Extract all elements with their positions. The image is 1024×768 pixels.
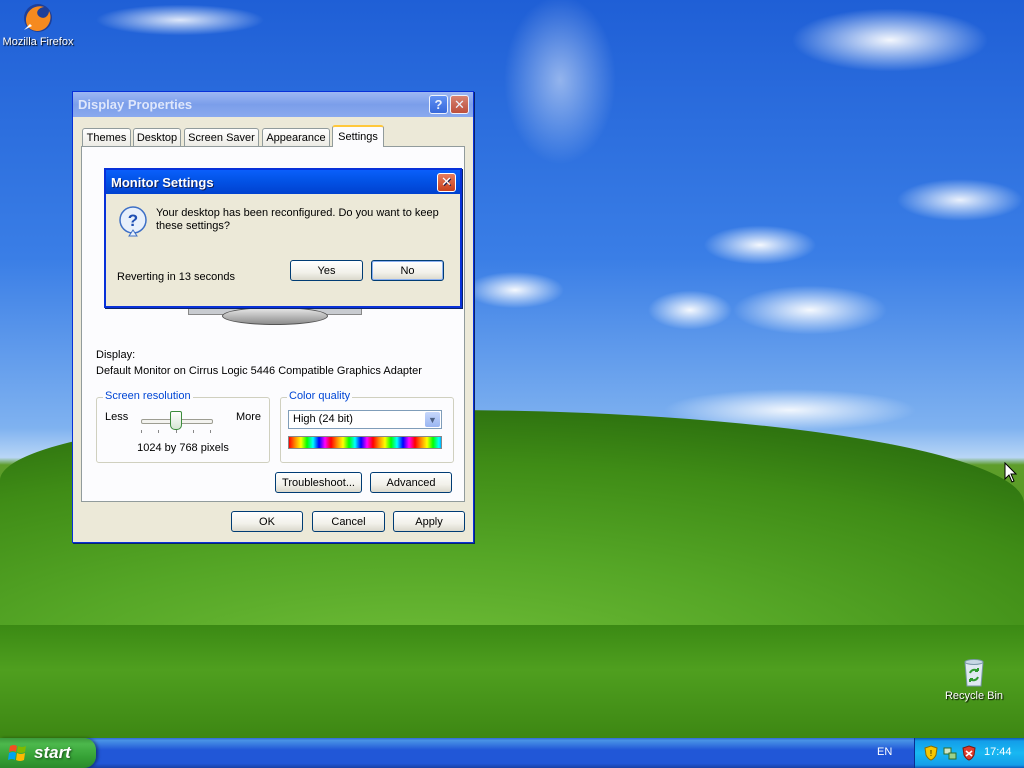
display-properties-window: Display Properties ? ✕ Themes Desktop Sc…: [72, 91, 474, 543]
dialog-title: Monitor Settings: [111, 174, 214, 190]
meadow: [0, 625, 1024, 738]
firefox-icon: [24, 4, 52, 32]
language-indicator[interactable]: EN: [877, 746, 892, 758]
svg-text:?: ?: [128, 211, 138, 230]
mouse-cursor-icon: [1004, 462, 1018, 483]
start-label: start: [34, 743, 71, 762]
tab-themes[interactable]: Themes: [82, 128, 131, 146]
svg-text:!: !: [930, 749, 932, 758]
start-button[interactable]: start: [0, 738, 96, 768]
cancel-button[interactable]: Cancel: [312, 511, 385, 532]
close-button[interactable]: ✕: [450, 95, 469, 114]
network-icon[interactable]: [942, 745, 958, 761]
screen-resolution-group: Screen resolution Less More 1024 by 768 …: [96, 390, 270, 463]
window-title: Display Properties: [78, 97, 193, 112]
ok-button[interactable]: OK: [231, 511, 303, 532]
no-button[interactable]: No: [371, 260, 444, 281]
color-quality-select[interactable]: High (24 bit) ▼: [288, 410, 442, 429]
color-quality-group: Color quality High (24 bit) ▼: [280, 390, 454, 463]
revert-countdown: Reverting in 13 seconds: [117, 271, 236, 283]
troubleshoot-button[interactable]: Troubleshoot...: [275, 472, 362, 493]
apply-button[interactable]: Apply: [393, 511, 465, 532]
security-shield-icon[interactable]: !: [924, 745, 938, 761]
resolution-value: 1024 by 768 pixels: [137, 442, 229, 454]
system-tray: ! 17:44: [914, 738, 1024, 768]
display-label: Display:: [96, 349, 136, 361]
screen-resolution-label: Screen resolution: [103, 390, 193, 402]
tab-desktop[interactable]: Desktop: [133, 128, 181, 146]
monitor-settings-dialog: Monitor Settings ✕ ? Your desktop has be…: [104, 168, 462, 308]
dialog-message: Your desktop has been reconfigured. Do y…: [156, 207, 439, 232]
monitor-preview-stand: [222, 307, 328, 325]
monitor-settings-titlebar[interactable]: Monitor Settings ✕: [106, 170, 460, 194]
display-properties-titlebar[interactable]: Display Properties ? ✕: [73, 92, 473, 117]
resolution-less-label: Less: [105, 411, 129, 423]
yes-button[interactable]: Yes: [290, 260, 363, 281]
chevron-down-icon[interactable]: ▼: [425, 412, 440, 427]
display-value: Default Monitor on Cirrus Logic 5446 Com…: [96, 365, 422, 377]
color-quality-label: Color quality: [287, 390, 353, 402]
security-alert-icon[interactable]: [961, 745, 977, 761]
recycle-bin-icon: [964, 659, 984, 687]
color-spectrum-bar: [288, 436, 442, 449]
help-button[interactable]: ?: [429, 95, 448, 114]
desktop-icon-label: Recycle Bin: [944, 690, 1004, 702]
tab-strip: Themes Desktop Screen Saver Appearance S…: [82, 125, 462, 148]
taskbar: start EN ! 17:44: [0, 738, 1024, 768]
tab-settings[interactable]: Settings: [332, 125, 384, 147]
desktop-icon-firefox[interactable]: Mozilla Firefox: [0, 2, 76, 48]
clock[interactable]: 17:44: [984, 746, 1012, 758]
tab-screen-saver[interactable]: Screen Saver: [184, 128, 259, 146]
resolution-slider-ticks: [141, 430, 211, 433]
resolution-slider-thumb[interactable]: [170, 411, 182, 430]
desktop-icon-recycle-bin[interactable]: Recycle Bin: [936, 656, 1012, 702]
tab-appearance[interactable]: Appearance: [262, 128, 330, 146]
windows-logo-icon: [8, 745, 26, 761]
desktop-icon-label: Mozilla Firefox: [2, 36, 74, 48]
advanced-button[interactable]: Advanced: [370, 472, 452, 493]
color-quality-selected: High (24 bit): [293, 413, 353, 425]
resolution-more-label: More: [235, 411, 261, 423]
question-icon: ?: [119, 206, 147, 237]
dialog-close-button[interactable]: ✕: [437, 172, 456, 192]
